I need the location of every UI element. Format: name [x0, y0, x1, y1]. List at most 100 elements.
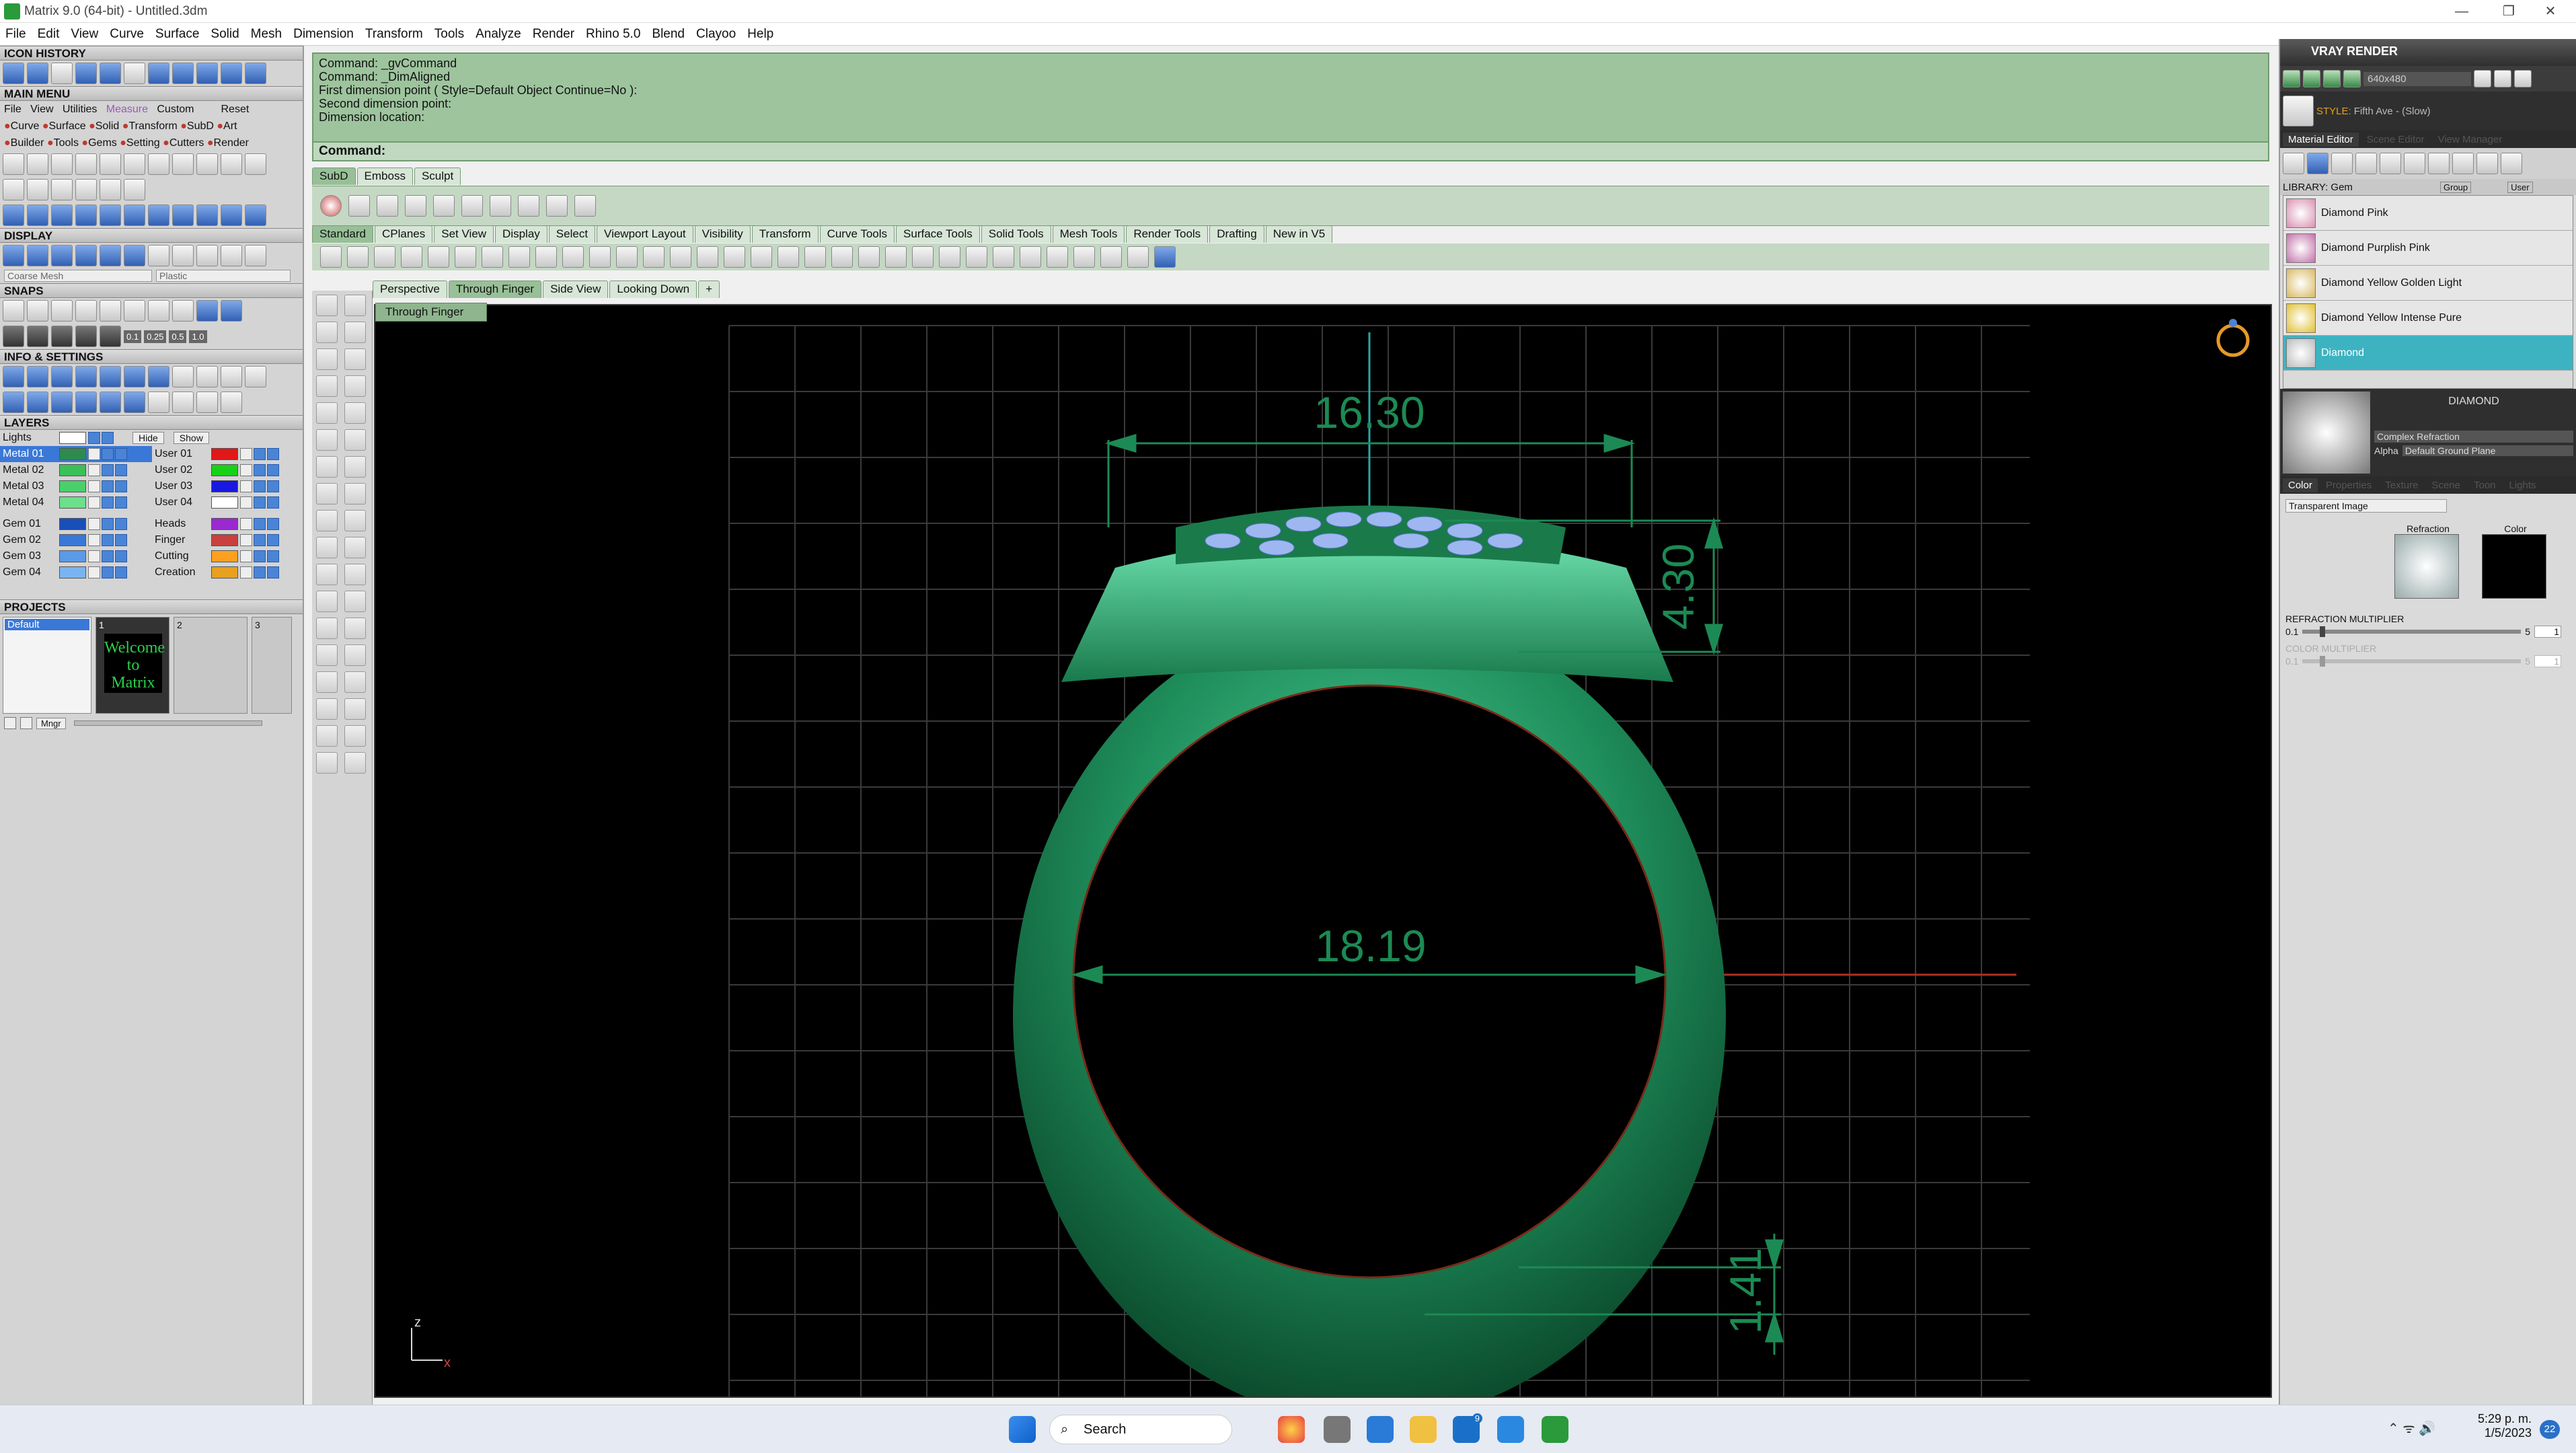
- tool-curve-2-icon[interactable]: [75, 179, 97, 200]
- tool-scale-icon[interactable]: [51, 204, 73, 226]
- tab-material-editor[interactable]: Material Editor: [2283, 132, 2359, 147]
- pencil-icon[interactable]: [344, 510, 366, 531]
- info-cut-icon[interactable]: [245, 366, 266, 387]
- explode-icon[interactable]: [344, 618, 366, 639]
- mm-gems[interactable]: Gems: [88, 137, 117, 149]
- layer-row[interactable]: User 03: [152, 478, 301, 494]
- info-grid-icon[interactable]: [221, 366, 242, 387]
- info-edit-icon[interactable]: [124, 366, 145, 387]
- refraction-swatch[interactable]: [2394, 534, 2459, 599]
- layer-visible-icon[interactable]: [254, 480, 266, 492]
- history-icon-1[interactable]: [3, 63, 24, 84]
- layer-row[interactable]: Gem 04: [0, 564, 152, 581]
- tab-drafting[interactable]: Drafting: [1209, 225, 1264, 243]
- snap-project-icon[interactable]: [51, 326, 73, 347]
- options-gear-icon[interactable]: [1100, 246, 1122, 268]
- transparent-image-select[interactable]: Transparent Image: [2285, 499, 2447, 513]
- mat-tool-10-icon[interactable]: [2501, 153, 2522, 174]
- tool-arc-icon[interactable]: [75, 153, 97, 175]
- color-value-input[interactable]: 1: [2534, 655, 2561, 667]
- mm-builder[interactable]: Builder: [11, 137, 44, 149]
- paste-icon[interactable]: [508, 246, 530, 268]
- menu-help[interactable]: Help: [747, 27, 773, 42]
- sphere-view-icon[interactable]: [831, 246, 853, 268]
- save-file-icon[interactable]: [374, 246, 395, 268]
- layer-row[interactable]: Metal 03: [0, 478, 152, 494]
- flow-icon[interactable]: [344, 752, 366, 774]
- polyline-icon[interactable]: [316, 322, 338, 343]
- boolean-icon[interactable]: [344, 456, 366, 478]
- color-slot[interactable]: Color: [2482, 523, 2549, 599]
- start-icon[interactable]: [1009, 1416, 1036, 1443]
- layer-lock-icon[interactable]: [240, 480, 252, 492]
- layer-visible-icon[interactable]: [254, 464, 266, 476]
- tab-sculpt[interactable]: Sculpt: [414, 167, 461, 185]
- info-grid3-icon[interactable]: [196, 392, 218, 413]
- viewport-canvas[interactable]: 16.30 4.30 18.19 1.41 z x: [375, 305, 2272, 1398]
- mm-transform[interactable]: Transform: [128, 120, 177, 132]
- layer-row[interactable]: Metal 01: [0, 446, 152, 462]
- dimension-icon[interactable]: [316, 752, 338, 774]
- tab-cplanes[interactable]: CPlanes: [375, 225, 433, 243]
- layer-select-icon[interactable]: [115, 518, 127, 530]
- layer-swatch[interactable]: [211, 448, 238, 460]
- text-icon[interactable]: [316, 618, 338, 639]
- layer-select-icon[interactable]: [267, 448, 279, 460]
- layer-visible-icon[interactable]: [102, 448, 114, 460]
- command-prompt-input[interactable]: Command:: [312, 141, 2269, 161]
- refraction-slider-thumb[interactable]: [2320, 626, 2326, 637]
- info-gem-icon[interactable]: [196, 366, 218, 387]
- info-search-icon[interactable]: [27, 366, 48, 387]
- four-views-icon[interactable]: [751, 246, 772, 268]
- onedrive-icon[interactable]: [1497, 1416, 1524, 1443]
- layer-row[interactable]: User 04: [152, 494, 301, 511]
- info-units-icon[interactable]: [27, 392, 48, 413]
- snap-near-icon[interactable]: [27, 300, 48, 322]
- history-icon-3[interactable]: [51, 63, 73, 84]
- layer-lock-icon[interactable]: [240, 566, 252, 579]
- tool-polyline-icon[interactable]: [27, 153, 48, 175]
- info-db-icon[interactable]: [148, 392, 169, 413]
- layer-visible-icon[interactable]: [102, 550, 114, 562]
- mat-tool-1-icon[interactable]: [2283, 153, 2304, 174]
- mat-tool-3-icon[interactable]: [2331, 153, 2353, 174]
- tool-line-icon[interactable]: [3, 153, 24, 175]
- menu-tools[interactable]: Tools: [434, 27, 464, 42]
- menu-rhino5[interactable]: Rhino 5.0: [586, 27, 640, 42]
- print-icon[interactable]: [401, 246, 422, 268]
- info-color-icon[interactable]: [148, 366, 169, 387]
- tool-orient-icon[interactable]: [245, 204, 266, 226]
- arc-icon[interactable]: [344, 402, 366, 424]
- subd-tool-6-icon[interactable]: [490, 195, 511, 217]
- info-layout-icon[interactable]: [3, 392, 24, 413]
- snap-point-icon[interactable]: [51, 300, 73, 322]
- ellipse-icon[interactable]: [316, 402, 338, 424]
- layer-select-icon[interactable]: [115, 550, 127, 562]
- project-up-icon[interactable]: [20, 717, 32, 729]
- tab-texture[interactable]: Texture: [2380, 478, 2423, 492]
- fillet-icon[interactable]: [316, 564, 338, 585]
- layer-lock-icon[interactable]: [240, 550, 252, 562]
- split-icon[interactable]: [344, 591, 366, 612]
- add-view-button[interactable]: +: [698, 281, 720, 298]
- bend-icon[interactable]: [344, 725, 366, 747]
- snap-planar-icon[interactable]: [3, 326, 24, 347]
- mm-utilities[interactable]: Utilities: [63, 104, 98, 115]
- layer-row[interactable]: Finger: [152, 532, 301, 548]
- layer-visible-icon[interactable]: [102, 518, 114, 530]
- material-item-selected[interactable]: Diamond: [2283, 336, 2573, 371]
- tool-cage-icon[interactable]: [196, 204, 218, 226]
- tool-mirror-icon[interactable]: [75, 204, 97, 226]
- menu-analyze[interactable]: Analyze: [476, 27, 521, 42]
- snap-value-4[interactable]: 1.0: [189, 330, 207, 343]
- cut-icon[interactable]: [455, 246, 476, 268]
- zoom-window-icon[interactable]: [643, 246, 665, 268]
- snap-mid-icon[interactable]: [75, 300, 97, 322]
- complex-refraction-select[interactable]: Complex Refraction: [2374, 431, 2573, 443]
- clock[interactable]: 5:29 p. m. 1/5/2023: [2475, 1412, 2532, 1440]
- analyze-icon[interactable]: [316, 725, 338, 747]
- tool-trim-icon[interactable]: [148, 153, 169, 175]
- display-mesh-select[interactable]: Coarse Mesh: [4, 270, 152, 282]
- tab-view-manager[interactable]: View Manager: [2433, 133, 2508, 147]
- material-item[interactable]: Diamond Purplish Pink: [2283, 231, 2573, 266]
